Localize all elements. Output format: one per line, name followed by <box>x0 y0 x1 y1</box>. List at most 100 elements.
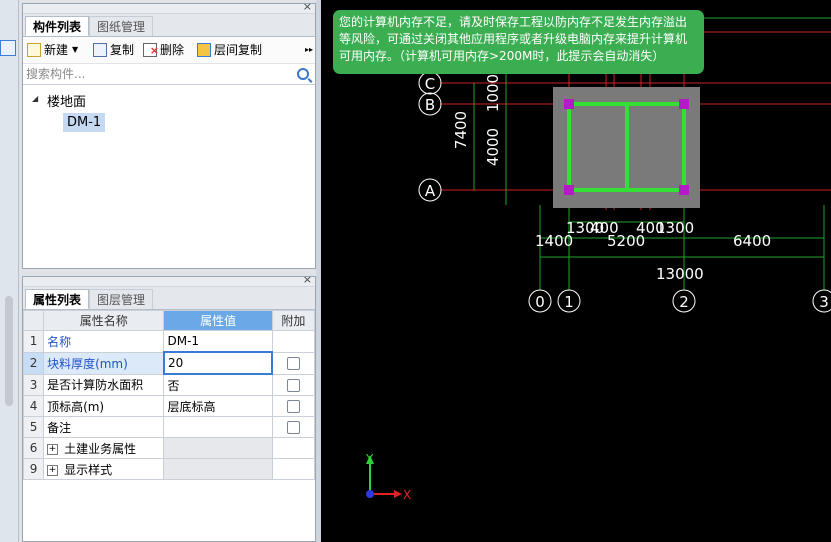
axis-label-0: 0 <box>535 293 545 311</box>
property-name: 顶标高(m) <box>43 395 165 417</box>
table-row[interactable]: 5 备注 <box>22 416 316 438</box>
axis-label-3: 3 <box>819 293 829 311</box>
table-row[interactable]: 1 名称 DM-1 <box>22 330 316 353</box>
search-icon[interactable] <box>297 68 309 80</box>
table-row[interactable]: 3 是否计算防水面积 否 <box>22 373 316 396</box>
property-value <box>163 437 273 459</box>
column-header-name: 属性名称 <box>43 310 165 331</box>
extra-checkbox[interactable] <box>286 400 300 413</box>
extra-checkbox[interactable] <box>287 357 301 370</box>
extra-checkbox[interactable] <box>286 421 300 434</box>
component-toolbar: 新建▼ 复制 删除 层间复制 ▸▸ <box>23 37 315 64</box>
extra-cell <box>271 373 316 396</box>
table-row[interactable]: 2 块料厚度(mm) 20 <box>22 351 316 375</box>
extra-checkbox[interactable] <box>286 378 300 392</box>
property-value-input[interactable]: 20 <box>162 351 274 375</box>
extra-cell <box>271 351 316 375</box>
axis-label-a: A <box>425 182 436 200</box>
property-name: 备注 <box>43 416 165 438</box>
delete-button[interactable]: 删除 <box>143 41 185 60</box>
ucs-y-label: Y <box>365 452 374 466</box>
extra-cell <box>271 437 316 459</box>
property-tabs: 属性列表 图层管理 <box>23 287 315 310</box>
property-value <box>163 458 273 480</box>
new-icon <box>27 43 41 57</box>
column-header-value: 属性值 <box>163 310 273 331</box>
tree-node-dm1[interactable]: DM-1 <box>63 113 106 132</box>
component-tree: ◢ 楼地面 DM-1 <box>23 85 315 265</box>
dim-1000: 1000 <box>484 74 502 112</box>
floor-copy-label: 层间复制 <box>214 43 263 57</box>
delete-label: 删除 <box>160 43 185 57</box>
tab-property-list[interactable]: 属性列表 <box>25 289 90 309</box>
axis-label-1: 1 <box>564 293 574 311</box>
close-icon[interactable]: × <box>303 0 312 13</box>
property-value[interactable]: DM-1 <box>163 330 273 353</box>
row-number: 2 <box>22 351 45 375</box>
property-name: 名称 <box>43 330 165 353</box>
floor-copy-button[interactable]: 层间复制 <box>197 41 262 59</box>
floor-copy-icon <box>197 43 211 57</box>
dim-6400: 6400 <box>733 232 771 250</box>
property-table: 属性名称 属性值 附加 1 名称 DM-1 2 块料厚度(mm) 20 3 是否… <box>22 310 316 480</box>
expand-plus-icon[interactable]: + <box>47 443 59 455</box>
property-group[interactable]: + 显示样式 <box>43 458 165 480</box>
table-row[interactable]: 4 顶标高(m) 层底标高 <box>22 395 316 417</box>
dim-5200: 5200 <box>607 232 645 250</box>
dim-13000: 13000 <box>656 265 704 283</box>
row-number: 6 <box>22 437 45 459</box>
more-arrow-icon[interactable]: ▸▸ <box>305 41 313 59</box>
cad-drawing: C B A 0 1 2 3 7400 1000 4000 1300 400 40… <box>365 10 831 502</box>
panel-title-bar: × <box>23 0 315 14</box>
tab-component-list[interactable]: 构件列表 <box>25 16 90 36</box>
property-value[interactable] <box>163 416 273 438</box>
ucs-icon: Y X <box>365 452 411 502</box>
new-button[interactable]: 新建 ▼ <box>27 41 78 59</box>
dim-7400: 7400 <box>452 111 470 149</box>
dim-1400: 1400 <box>535 232 573 250</box>
tab-drawing-management[interactable]: 图纸管理 <box>89 16 154 36</box>
row-number: 5 <box>22 416 45 438</box>
tree-node-floor[interactable]: 楼地面 <box>47 91 86 110</box>
close-icon[interactable]: × <box>303 273 312 286</box>
copy-label: 复制 <box>110 43 135 57</box>
property-list-panel: × 属性列表 图层管理 属性名称 属性值 附加 1 名称 DM-1 2 块料厚度… <box>22 273 316 542</box>
table-header: 属性名称 属性值 附加 <box>22 310 316 331</box>
property-name: 块料厚度(mm) <box>43 351 165 375</box>
left-scrollbar[interactable] <box>5 296 13 406</box>
dim-4000: 4000 <box>484 128 502 166</box>
dim-1300-right: 1300 <box>656 219 694 237</box>
low-memory-notice: 您的计算机内存不足，请及时保存工程以防内存不足发生内存溢出等风险，可通过关闭其他… <box>333 10 704 74</box>
row-number: 4 <box>22 395 45 417</box>
component-search <box>23 64 315 85</box>
drawing-canvas[interactable]: C B A 0 1 2 3 7400 1000 4000 1300 400 40… <box>321 0 831 542</box>
extra-cell <box>271 395 316 417</box>
copy-button[interactable]: 复制 <box>93 41 134 59</box>
table-row[interactable]: 6 + 土建业务属性 <box>22 437 316 459</box>
table-row[interactable]: 9 + 显示样式 <box>22 458 316 480</box>
property-value[interactable]: 否 <box>163 373 273 396</box>
panel-title-bar: × <box>23 273 315 287</box>
expand-plus-icon[interactable]: + <box>47 464 59 476</box>
search-input[interactable] <box>23 64 299 83</box>
property-value[interactable]: 层底标高 <box>163 395 273 417</box>
tree-expand-icon[interactable]: ◢ <box>32 94 38 103</box>
row-number: 1 <box>22 330 45 353</box>
row-number: 9 <box>22 458 45 480</box>
tab-layer-management[interactable]: 图层管理 <box>89 289 154 309</box>
property-group[interactable]: + 土建业务属性 <box>43 437 165 459</box>
extra-cell <box>271 330 316 353</box>
axis-label-2: 2 <box>679 293 689 311</box>
new-label: 新建 <box>44 43 69 57</box>
row-number: 3 <box>22 373 45 396</box>
property-name: 是否计算防水面积 <box>43 373 165 396</box>
column-header-extra: 附加 <box>271 310 316 331</box>
group-label: 土建业务属性 <box>64 441 137 456</box>
chevron-down-icon[interactable]: ▼ <box>72 41 78 59</box>
axis-label-b: B <box>425 96 435 114</box>
extra-cell <box>271 416 316 438</box>
component-list-panel: × 构件列表 图纸管理 新建▼ 复制 删除 层间复制 ▸▸ ◢ 楼地面 DM-1 <box>22 0 316 269</box>
panel-toggle-icon[interactable] <box>0 40 16 56</box>
left-collapsed-strip <box>0 0 19 542</box>
delete-icon <box>143 42 159 60</box>
